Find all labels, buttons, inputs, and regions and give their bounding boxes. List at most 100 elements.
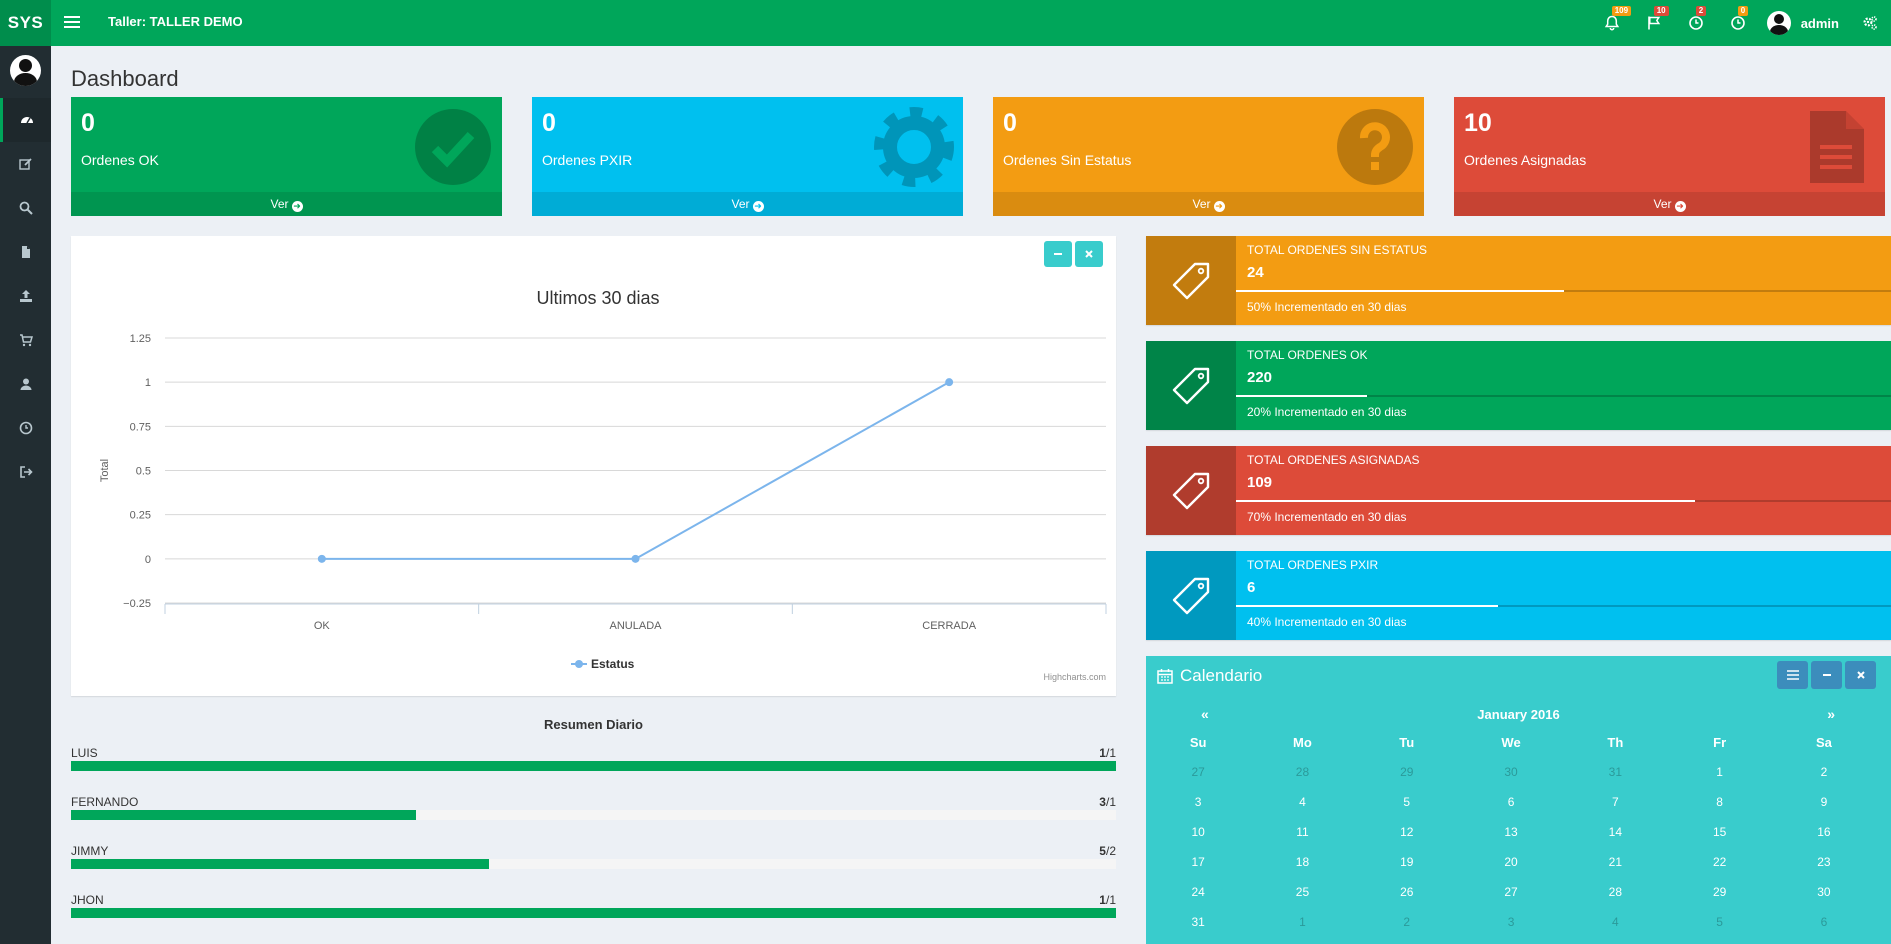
small-box-link[interactable]: Ver ➜	[532, 192, 963, 216]
info-box-number: 6	[1247, 579, 1256, 596]
calendar-day[interactable]: 30	[1772, 885, 1876, 899]
user-menu[interactable]: admin	[1759, 0, 1849, 46]
y-tick-label: 0.75	[130, 421, 151, 433]
small-box-link[interactable]: Ver ➜	[71, 192, 502, 216]
notifications-button[interactable]: 109	[1591, 0, 1633, 46]
info-box-icon	[1146, 341, 1236, 430]
calendar-day[interactable]: 31	[1146, 915, 1250, 929]
calendar-month[interactable]: January 2016	[1146, 707, 1891, 722]
calendar-day[interactable]: 24	[1146, 885, 1250, 899]
file-icon	[21, 246, 30, 258]
calendar-day[interactable]: 29	[1355, 765, 1459, 779]
calendar-day[interactable]: 5	[1355, 795, 1459, 809]
chart-credits: Highcharts.com	[1043, 672, 1106, 682]
sidebar-item-file[interactable]	[0, 230, 51, 274]
calendar-day[interactable]: 22	[1667, 855, 1771, 869]
sidebar-item-dashboard[interactable]	[0, 98, 51, 142]
calendar-day[interactable]: 4	[1563, 915, 1667, 929]
calendar-day[interactable]: 1	[1667, 765, 1771, 779]
sign-out-icon	[19, 466, 33, 478]
calendar-day[interactable]: 28	[1563, 885, 1667, 899]
sidebar-item-edit[interactable]	[0, 142, 51, 186]
calendar-day[interactable]: 27	[1459, 885, 1563, 899]
calendar-day[interactable]: 20	[1459, 855, 1563, 869]
calendar-day[interactable]: 3	[1146, 795, 1250, 809]
flags-button[interactable]: 10	[1633, 0, 1675, 46]
calendar-day[interactable]: 5	[1667, 915, 1771, 929]
calendar-day[interactable]: 4	[1250, 795, 1354, 809]
clock-badge-2: 0	[1737, 6, 1749, 16]
info-box-icon	[1146, 446, 1236, 535]
logo[interactable]: SYS	[0, 0, 51, 46]
calendar-day[interactable]: 21	[1563, 855, 1667, 869]
clock-button-1[interactable]: 2	[1675, 0, 1717, 46]
edit-icon	[18, 158, 32, 170]
calendar-day[interactable]: 2	[1772, 765, 1876, 779]
flags-badge: 10	[1653, 6, 1669, 16]
calendar-day[interactable]: 28	[1250, 765, 1354, 779]
tag-icon	[1172, 262, 1210, 299]
sidebar-item-search[interactable]	[0, 186, 51, 230]
info-box-title: Total Ordenes Sin Estatus	[1247, 243, 1428, 257]
calendar-day[interactable]: 18	[1250, 855, 1354, 869]
search-icon	[19, 201, 33, 215]
calendar-day[interactable]: 6	[1772, 915, 1876, 929]
calendar-day[interactable]: 16	[1772, 825, 1876, 839]
calendar-dow: Su	[1189, 734, 1207, 750]
calendar-remove-button[interactable]	[1845, 661, 1876, 689]
calendar-day[interactable]: 9	[1772, 795, 1876, 809]
legend-label: Estatus	[591, 657, 635, 671]
sidebar-toggle-icon[interactable]	[62, 13, 82, 33]
calendar-day[interactable]: 27	[1146, 765, 1250, 779]
small-box-link-label: Ver	[270, 197, 289, 211]
calendar-day[interactable]: 26	[1355, 885, 1459, 899]
summary-row: LUIS 1/1	[71, 746, 1116, 786]
calendar-day[interactable]: 11	[1250, 825, 1354, 839]
small-box-link[interactable]: Ver ➜	[1454, 192, 1885, 216]
bell-icon	[1604, 15, 1619, 31]
calendar-day[interactable]: 1	[1250, 915, 1354, 929]
small-box-ordenes-sin-estatus: 0 Ordenes Sin Estatus Ver ➜	[993, 97, 1424, 216]
calendar-day[interactable]: 10	[1146, 825, 1250, 839]
tag-icon	[1172, 472, 1210, 509]
calendar-next-button[interactable]: »	[1827, 706, 1835, 722]
upload-icon	[19, 290, 32, 302]
sidebar-item-clock[interactable]	[0, 406, 51, 450]
sidebar-item-upload[interactable]	[0, 274, 51, 318]
calendar-day[interactable]: 25	[1250, 885, 1354, 899]
data-point	[945, 378, 954, 387]
summary-progress-bar	[71, 810, 1116, 820]
calendar-day[interactable]: 29	[1667, 885, 1771, 899]
settings-button[interactable]	[1849, 0, 1891, 46]
calendar-day[interactable]: 19	[1355, 855, 1459, 869]
small-box-value: 0	[81, 109, 95, 137]
small-box-link[interactable]: Ver ➜	[993, 192, 1424, 216]
sidebar-avatar[interactable]	[10, 55, 41, 86]
calendar-day[interactable]: 2	[1355, 915, 1459, 929]
dashboard-icon	[21, 117, 33, 124]
calendar-day[interactable]: 23	[1772, 855, 1876, 869]
sidebar-item-logout[interactable]	[0, 450, 51, 494]
calendar-day[interactable]: 17	[1146, 855, 1250, 869]
clock-button-2[interactable]: 0	[1717, 0, 1759, 46]
info-box-description: 50% Incrementado en 30 dias	[1247, 300, 1407, 314]
calendar-day[interactable]: 14	[1563, 825, 1667, 839]
calendar-day[interactable]: 6	[1459, 795, 1563, 809]
calendar-title: Calendario	[1180, 666, 1263, 685]
clock-icon	[1730, 16, 1745, 30]
calendar-collapse-button[interactable]	[1811, 661, 1842, 689]
calendar-day[interactable]: 15	[1667, 825, 1771, 839]
calendar-day[interactable]: 3	[1459, 915, 1563, 929]
calendar-day[interactable]: 12	[1355, 825, 1459, 839]
calendar-day[interactable]: 31	[1563, 765, 1667, 779]
small-box-label: Ordenes PXIR	[542, 152, 633, 168]
calendar-day[interactable]: 30	[1459, 765, 1563, 779]
summary-progress-bar	[71, 859, 1116, 869]
calendar-day[interactable]: 7	[1563, 795, 1667, 809]
calendar-day[interactable]: 8	[1667, 795, 1771, 809]
calendar-menu-button[interactable]	[1777, 661, 1808, 689]
small-box-link-label: Ver	[1192, 197, 1211, 211]
sidebar-item-user[interactable]	[0, 362, 51, 406]
sidebar-item-cart[interactable]	[0, 318, 51, 362]
calendar-day[interactable]: 13	[1459, 825, 1563, 839]
